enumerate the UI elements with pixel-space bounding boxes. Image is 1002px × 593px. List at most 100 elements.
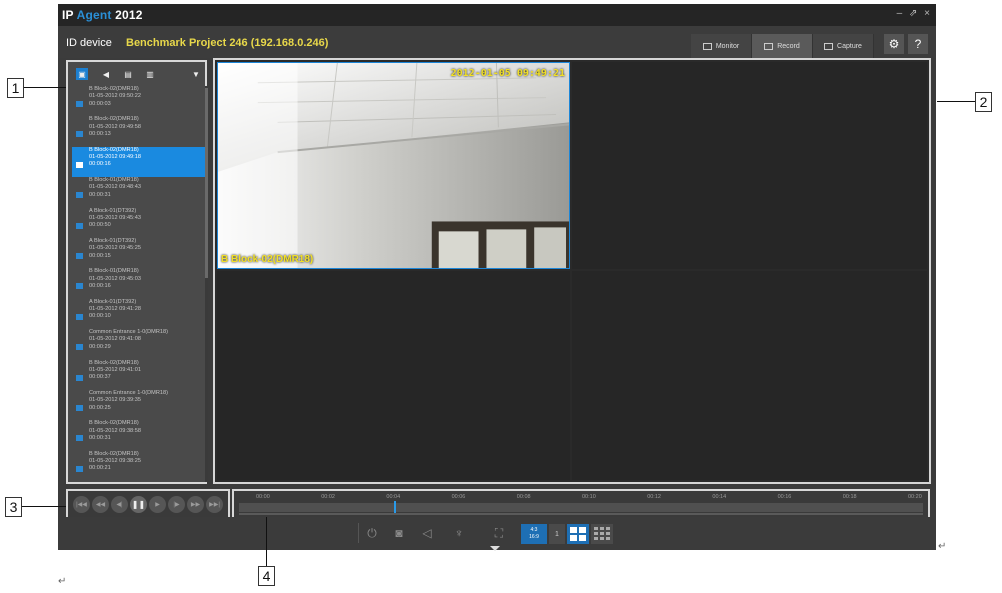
video-cell-3[interactable]: [217, 271, 570, 480]
microphone-icon[interactable]: ♆: [450, 523, 468, 543]
camera-icon: [76, 222, 83, 229]
recording-datetime: 01-05-2012 09:49:58: [89, 123, 141, 130]
camera-frame: [218, 63, 569, 268]
list-item[interactable]: B Block-02(DMR18) 01-05-2012 09:50:22 00:0…: [72, 86, 205, 116]
last-button[interactable]: ▶▶|: [206, 495, 223, 513]
title-prefix: IP: [62, 8, 74, 22]
restore-icon[interactable]: ⇗: [909, 8, 917, 19]
recording-name: B Block-02(DMR18): [89, 420, 139, 427]
video-cell-1[interactable]: 2012-01-05 09:49:21 B Block-02(DMR18): [217, 62, 570, 269]
timeline-tick: 00:16: [777, 494, 792, 500]
monitor-icon: [702, 42, 712, 50]
list-item[interactable]: Common Entrance 1-0(DMR18) 01-05-2012 09:…: [72, 390, 205, 420]
recording-datetime: 01-05-2012 09:50:22: [89, 93, 141, 100]
recording-datetime: 01-05-2012 09:48:43: [89, 184, 141, 191]
record-icon: [764, 42, 774, 50]
callout-2: 2: [975, 92, 992, 112]
callout-4: 4: [258, 566, 275, 586]
video-timestamp: 2012-01-05 09:49:21: [450, 68, 565, 79]
callout-1: 1: [7, 78, 24, 98]
fullscreen-icon[interactable]: ⛶: [490, 523, 508, 543]
playback-timeline[interactable]: 00:00 00:02 00:04 00:06 00:08 00:10 00:12 00:14…: [232, 489, 930, 519]
recording-name: B Block-02(DMR18): [89, 86, 139, 92]
camera-icon: [76, 192, 83, 199]
camera-label: B Block-02(DMR18): [221, 254, 314, 265]
timeline-tick: 00:18: [842, 494, 857, 500]
scrollbar-thumb[interactable]: [205, 88, 208, 278]
recording-name: B Block-02(DMR18): [89, 450, 139, 457]
fast-forward-button[interactable]: ▶▶: [187, 495, 204, 513]
recording-datetime: 01-05-2012 09:41:28: [89, 306, 141, 313]
timeline-cursor[interactable]: [393, 501, 396, 513]
export-icon[interactable]: ▤: [122, 68, 134, 80]
playback-controls: |◀◀ ◀◀ ◀| ❚❚ ▶ |▶ ▶▶ ▶▶|: [66, 489, 230, 519]
list-item[interactable]: B Block-02(DMR18) 01-05-2012 09:41:01 00:0…: [72, 360, 205, 390]
layout-single-label: 1: [555, 530, 559, 538]
rewind-button[interactable]: ◀◀: [92, 495, 109, 513]
recording-duration: 00:00:15: [89, 252, 111, 259]
recording-duration: 00:00:50: [89, 222, 111, 229]
delete-icon[interactable]: ▥: [144, 68, 156, 80]
help-button[interactable]: ?: [908, 34, 928, 54]
timeline-scrollbar[interactable]: [239, 513, 923, 515]
recording-datetime: 01-05-2012 09:38:25: [89, 457, 141, 464]
recording-datetime: 01-05-2012 09:38:58: [89, 427, 141, 434]
recording-duration: 00:00:21: [89, 465, 111, 472]
layout-single-button[interactable]: 1: [549, 524, 565, 544]
video-cell-2[interactable]: [572, 62, 927, 269]
list-item[interactable]: Common Entrance 1-0(DMR18) 01-05-2012 09:…: [72, 329, 205, 359]
close-icon[interactable]: ×: [924, 8, 930, 19]
callout-line-3: [22, 506, 66, 507]
recording-name: B Block-02(DMR18): [89, 116, 139, 123]
tab-capture[interactable]: Capture: [813, 34, 874, 58]
timeline-tick: 00:08: [516, 494, 531, 500]
list-scrollbar[interactable]: [205, 86, 208, 482]
pause-button[interactable]: ❚❚: [130, 495, 147, 513]
aspect-ratio-button[interactable]: 4:3 16:9: [521, 524, 547, 544]
power-icon[interactable]: ⏻: [363, 523, 381, 543]
snapshot-icon[interactable]: ◙: [390, 523, 408, 543]
video-cell-4[interactable]: [572, 271, 927, 480]
recording-duration: 00:00:31: [89, 434, 111, 441]
timeline-track[interactable]: [239, 503, 923, 512]
expand-arrow-icon[interactable]: [490, 546, 500, 551]
help-icon: ?: [914, 37, 922, 51]
recording-name: Common Entrance 1-0(DMR18): [89, 389, 168, 396]
recording-datetime: 01-05-2012 09:45:43: [89, 214, 141, 221]
first-button[interactable]: |◀◀: [73, 495, 90, 513]
timeline-tick: 00:12: [647, 494, 661, 500]
list-item[interactable]: B Block-01(DMR18) 01-05-2012 09:45:03 00:0…: [72, 268, 205, 298]
camera-icon: [76, 374, 83, 381]
audio-icon[interactable]: ◀: [100, 68, 112, 80]
list-item[interactable]: B Block-02(DMR18) 01-05-2012 09:38:25 00:0…: [72, 451, 205, 481]
layout-quad-button[interactable]: [567, 524, 589, 544]
aspect-top-label: 4:3: [530, 527, 538, 533]
callout-line-4: [266, 517, 267, 566]
list-item[interactable]: B Block-02(DMR18) 01-05-2012 09:49:58 00:0…: [72, 116, 205, 146]
step-back-button[interactable]: ◀|: [111, 495, 128, 513]
timeline-tick: 00:02: [321, 494, 335, 500]
filter-icon[interactable]: ▼: [190, 68, 202, 80]
recording-datetime: 01-05-2012 09:45:25: [89, 245, 141, 252]
tab-record[interactable]: Record: [752, 34, 813, 58]
list-item[interactable]: A Block-01(DT392) 01-05-2012 09:41:28 00:0…: [72, 299, 205, 329]
layout-nine-button[interactable]: [591, 524, 613, 544]
id-device-label: ID device: [66, 37, 112, 49]
list-item[interactable]: A Block-01(DT392) 01-05-2012 09:45:25 00:0…: [72, 238, 205, 268]
video-list-icon[interactable]: ▣: [76, 68, 88, 80]
list-item[interactable]: B Block-02(DMR18) 01-05-2012 09:38:58 00:0…: [72, 420, 205, 450]
tab-monitor[interactable]: Monitor: [691, 34, 752, 58]
list-item[interactable]: A Block-01(DT392) 01-05-2012 09:45:43 00:0…: [72, 208, 205, 238]
recording-list: B Block-02(DMR18) 01-05-2012 09:50:22 00:0…: [72, 86, 205, 482]
speaker-icon[interactable]: ◁: [418, 523, 436, 543]
list-item[interactable]: B Block-01(DMR18) 01-05-2012 09:48:43 00:0…: [72, 177, 205, 207]
settings-button[interactable]: ⚙: [884, 34, 904, 54]
grid-2x2-icon: [570, 527, 586, 541]
minimize-icon[interactable]: –: [897, 8, 903, 19]
step-forward-button[interactable]: |▶: [168, 495, 185, 513]
list-item[interactable]: B Block-02(DMR18) 01-05-2012 09:49:18 00:0…: [72, 146, 205, 178]
app-window: IP Agent 2012 – ⇗ × ID device Benchmark …: [58, 4, 936, 551]
play-button[interactable]: ▶: [149, 495, 166, 513]
recording-duration: 00:00:03: [89, 100, 111, 107]
app-title: IP Agent 2012: [62, 8, 143, 22]
